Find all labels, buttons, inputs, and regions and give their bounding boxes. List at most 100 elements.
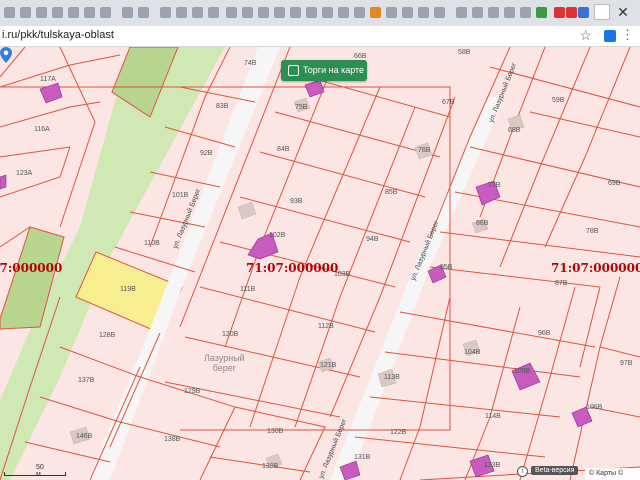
tab-favicon-icon[interactable] — [122, 7, 133, 18]
district-line-1: Лазурный — [204, 353, 245, 363]
parcel-label-121b: 121В — [320, 362, 337, 369]
parcel-label-75b: 75В — [295, 104, 308, 111]
parcel-label-138b: 138В — [164, 436, 181, 443]
tab-favicon-icon[interactable] — [536, 7, 547, 18]
parcel-label-119b: 119В — [120, 286, 136, 293]
parcel-label-130b: 130В — [267, 428, 284, 435]
tab-favicon-icon[interactable] — [402, 7, 413, 18]
tab-favicon-icon[interactable] — [418, 7, 429, 18]
extension-icon[interactable] — [604, 30, 616, 42]
parcel-label-93b: 93В — [290, 198, 303, 205]
parcel-label-122b: 122В — [390, 429, 407, 436]
tab-favicon-icon[interactable] — [20, 7, 31, 18]
parcel-label-86b: 86В — [476, 220, 489, 227]
parcel-label-68b: 68В — [508, 127, 521, 134]
parcel-label-58b: 58В — [458, 49, 471, 56]
parcel-label-116a: 116А — [34, 126, 50, 133]
tab-favicon-icon[interactable] — [100, 7, 111, 18]
tab-favicon-icon[interactable] — [208, 7, 219, 18]
tab-favicon-icon[interactable] — [322, 7, 333, 18]
map-copyright[interactable]: © Карты © Яндекс — [585, 468, 640, 480]
beta-badge[interactable]: Beta-версия — [531, 466, 579, 475]
browser-menu-icon[interactable]: ⋮ — [621, 27, 634, 43]
tab-favicon-icon[interactable] — [488, 7, 499, 18]
cadastral-quarter-label: 71:07:000000 — [246, 261, 339, 275]
tab-favicon-icon[interactable] — [290, 7, 301, 18]
parcel-label-66b: 66В — [354, 53, 367, 60]
browser-tab-strip: ✕ — [0, 0, 640, 26]
parcel-label-59b: 59В — [552, 97, 565, 104]
parcel-label-87b: 87В — [555, 280, 568, 287]
parcel-label-128b: 128В — [99, 332, 116, 339]
tab-favicon-icon[interactable] — [566, 7, 577, 18]
parcel-label-96b: 96В — [538, 330, 551, 337]
auctions-on-map-toggle[interactable]: Торги на карте — [281, 60, 367, 81]
parcel-label-123b: 123В — [484, 462, 501, 469]
tab-favicon-icon[interactable] — [138, 7, 149, 18]
cadastral-quarter-label: 71:07:000000 — [551, 261, 640, 275]
tab-favicon-icon[interactable] — [578, 7, 589, 18]
tab-favicon-icon[interactable] — [160, 7, 171, 18]
parcel-label-83b: 83В — [216, 103, 229, 110]
tab-favicon-icon[interactable] — [456, 7, 467, 18]
tab-favicon-icon[interactable] — [354, 7, 365, 18]
tab-favicon-icon[interactable] — [306, 7, 317, 18]
tab-favicon-icon[interactable] — [226, 7, 237, 18]
tab-favicon-icon[interactable] — [52, 7, 63, 18]
parcel-label-78b: 78В — [586, 228, 599, 235]
parcel-label-117a: 117А — [40, 76, 56, 83]
auctions-on-map-label: Торги на карте — [303, 65, 365, 75]
tab-favicon-icon[interactable] — [338, 7, 349, 18]
url-field[interactable]: i.ru/pkk/tulskaya-oblast — [2, 29, 114, 41]
parcel-label-110b: 110В — [144, 240, 160, 247]
tab-favicon-icon[interactable] — [68, 7, 79, 18]
tab-favicon-icon[interactable] — [176, 7, 187, 18]
parcel-label-114b: 114В — [485, 413, 501, 420]
parcel-label-120b: 120В — [222, 331, 239, 338]
district-label: Лазурный берег — [204, 353, 245, 373]
parcel-label-106b: 106В — [586, 404, 603, 411]
parcel-label-102b: 102В — [269, 232, 286, 239]
location-pin-icon[interactable] — [0, 47, 12, 63]
district-line-2: берег — [212, 363, 237, 373]
tab-favicon-icon[interactable] — [258, 7, 269, 18]
tab-favicon-icon[interactable] — [554, 7, 565, 18]
close-tab-icon[interactable]: ✕ — [614, 3, 632, 21]
parcel-label-94b: 94В — [366, 236, 379, 243]
parcel-label-123a: 123А — [16, 170, 33, 177]
address-bar: i.ru/pkk/tulskaya-oblast ☆ ⋮ — [0, 26, 640, 47]
tab-favicon-icon[interactable] — [504, 7, 515, 18]
parcel-label-131b: 131В — [354, 454, 371, 461]
tab-favicon-icon[interactable] — [36, 7, 47, 18]
tab-favicon-icon[interactable] — [274, 7, 285, 18]
parcel-label-77b: 77В — [488, 182, 501, 189]
tab-favicon-icon[interactable] — [192, 7, 203, 18]
tab-favicon-icon[interactable] — [4, 7, 15, 18]
parcel-label-74b: 74В — [244, 60, 257, 67]
info-icon[interactable]: i — [517, 466, 528, 477]
checkbox-icon — [288, 65, 299, 76]
parcel-label-92b: 92В — [200, 150, 213, 157]
parcel-label-97b: 97В — [620, 360, 633, 367]
bookmark-star-icon[interactable]: ☆ — [579, 27, 592, 44]
tab-favicon-icon[interactable] — [386, 7, 397, 18]
tab-favicon-icon[interactable] — [520, 7, 531, 18]
parcel-label-105b: 105В — [514, 368, 531, 375]
tab-favicon-icon[interactable] — [434, 7, 445, 18]
parcel-label-146b: 146В — [76, 433, 93, 440]
scale-bar — [4, 472, 66, 476]
cadastral-quarter-label: 71:07:000000 — [0, 261, 63, 275]
parcel-label-101b: 101В — [172, 192, 189, 199]
tab-favicon-icon[interactable] — [242, 7, 253, 18]
cadastral-map[interactable]: 117А 116А 123А 74В 83В 92В 101В 110В 119… — [0, 47, 640, 480]
tab-favicon-icon[interactable] — [370, 7, 381, 18]
parcel-label-112b: 112В — [318, 323, 334, 330]
parcel-label-69b: 69В — [608, 180, 621, 187]
tab-favicon-icon[interactable] — [84, 7, 95, 18]
parcel-label-76b: 76В — [418, 147, 431, 154]
active-tab[interactable] — [594, 4, 610, 20]
scale-label: 50 м — [36, 464, 44, 478]
parcel-label-129b: 129В — [184, 388, 201, 395]
parcel-label-113b: 113В — [384, 374, 400, 381]
tab-favicon-icon[interactable] — [472, 7, 483, 18]
